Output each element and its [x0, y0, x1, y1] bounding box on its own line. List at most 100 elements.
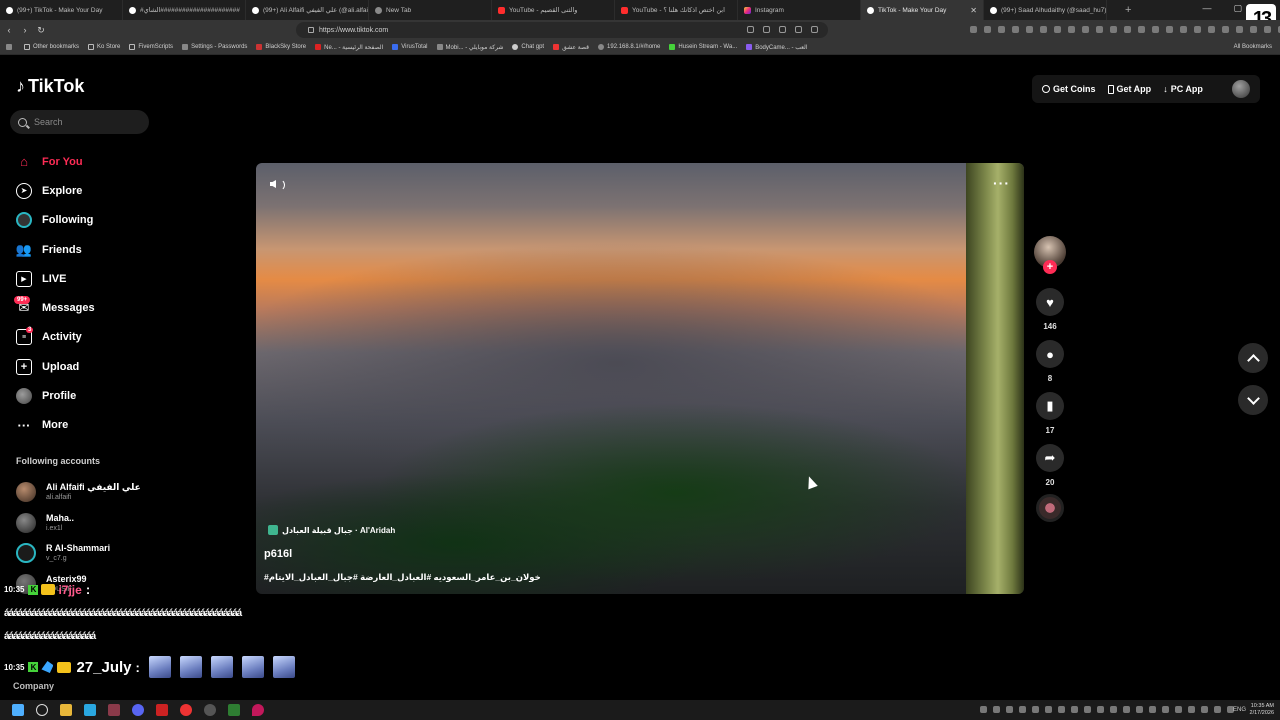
- tray-icon[interactable]: [1006, 706, 1013, 713]
- video-player[interactable]: ··· جبال قبيلة العبادل · Al'Aridah p616l…: [256, 163, 1024, 594]
- bookmark-item[interactable]: BlackSky Store: [256, 44, 306, 50]
- extension-icon[interactable]: [1124, 26, 1131, 33]
- extension-icon[interactable]: [1208, 26, 1215, 33]
- extension-icon[interactable]: [1110, 26, 1117, 33]
- sidebar-item-activity[interactable]: ≡ 3 Activity: [16, 323, 95, 352]
- save-button[interactable]: ▮: [1036, 392, 1064, 420]
- extension-icon[interactable]: [998, 26, 1005, 33]
- share-icon[interactable]: [795, 26, 802, 33]
- maximize-icon[interactable]: ▢: [1233, 3, 1242, 14]
- extension-icon[interactable]: [970, 26, 977, 33]
- extension-icon[interactable]: [1096, 26, 1103, 33]
- windows-start-icon[interactable]: [12, 704, 24, 716]
- tray-icon[interactable]: [1136, 706, 1143, 713]
- forward-icon[interactable]: ›: [18, 25, 32, 35]
- sidebar-item-upload[interactable]: + Upload: [16, 352, 95, 381]
- bookmark-item[interactable]: Ne... - الصفحة الرئيسية: [315, 44, 383, 51]
- following-account-item[interactable]: R Al-Shammari v_c7.g: [16, 538, 141, 569]
- bookmark-item[interactable]: Ko Store: [88, 44, 120, 50]
- minimize-icon[interactable]: —: [1202, 3, 1211, 14]
- file-explorer-icon[interactable]: [60, 704, 72, 716]
- extension-icon[interactable]: [1012, 26, 1019, 33]
- extension-icon[interactable]: [1082, 26, 1089, 33]
- extension-icon[interactable]: [1026, 26, 1033, 33]
- all-bookmarks-button[interactable]: All Bookmarks: [1234, 44, 1272, 50]
- bookmark-item[interactable]: Chat gpt: [512, 44, 544, 50]
- company-link[interactable]: Company: [13, 681, 54, 691]
- share-button[interactable]: ➦: [1036, 444, 1064, 472]
- search-input[interactable]: Search: [10, 110, 149, 134]
- video-username[interactable]: p616l: [264, 548, 292, 560]
- bookmark-item[interactable]: 192.168.8.1/#/home: [598, 44, 660, 50]
- app-icon[interactable]: [108, 704, 120, 716]
- app-icon[interactable]: [228, 704, 240, 716]
- video-caption[interactable]: #خولان_بن_عامر_السعوديه #العبادل_العارضة…: [264, 572, 541, 583]
- close-tab-icon[interactable]: ✕: [970, 6, 977, 15]
- tray-icon[interactable]: [1097, 706, 1104, 713]
- extension-icon[interactable]: [984, 26, 991, 33]
- tray-icon[interactable]: [1019, 706, 1026, 713]
- tray-icon[interactable]: [1188, 706, 1195, 713]
- apps-grid-icon[interactable]: [6, 44, 15, 50]
- bookmark-item[interactable]: Settings - Passwords: [182, 44, 247, 50]
- input-language[interactable]: ENG: [1233, 707, 1246, 713]
- system-clock[interactable]: 10:35 AM 2/17/2026: [1250, 703, 1274, 717]
- bookmark-star-icon[interactable]: [811, 26, 818, 33]
- sidebar-item-profile[interactable]: Profile: [16, 381, 95, 410]
- browser-tab[interactable]: (99+) Ali Alfaifi علي الفيفي (@ali.alfai: [246, 0, 369, 20]
- map-pin-icon[interactable]: [252, 704, 264, 716]
- avatar[interactable]: [1232, 80, 1250, 98]
- browser-tab[interactable]: New Tab: [369, 0, 492, 20]
- extension-icon[interactable]: [1166, 26, 1173, 33]
- extension-icon[interactable]: [1264, 26, 1271, 33]
- bookmark-item[interactable]: VirusTotal: [392, 44, 428, 50]
- sidebar-item-following[interactable]: Following: [16, 206, 95, 235]
- tray-icon[interactable]: [993, 706, 1000, 713]
- previous-video-button[interactable]: [1238, 343, 1268, 373]
- back-icon[interactable]: ‹: [2, 25, 16, 35]
- cast-icon[interactable]: [779, 26, 786, 33]
- comment-button[interactable]: ●: [1036, 340, 1064, 368]
- sidebar-item-explore[interactable]: ➤ Explore: [16, 176, 95, 205]
- bookmark-item[interactable]: BodyCame... - العب: [746, 44, 808, 51]
- sidebar-item-for-you[interactable]: ⌂ For You: [16, 147, 95, 176]
- bookmark-item[interactable]: قصة عشق: [553, 44, 589, 51]
- sidebar-item-friends[interactable]: 👥 Friends: [16, 235, 95, 264]
- extension-icon[interactable]: [1194, 26, 1201, 33]
- tray-icon[interactable]: [1058, 706, 1065, 713]
- bookmark-item[interactable]: Husein Stream - Wa...: [669, 44, 737, 50]
- browser-tab[interactable]: Instagram: [738, 0, 861, 20]
- more-options-icon[interactable]: ···: [993, 175, 1010, 191]
- follow-plus-icon[interactable]: +: [1043, 260, 1057, 274]
- tiktok-logo[interactable]: ♪ TikTok: [16, 76, 84, 97]
- bookmark-item[interactable]: Mobi... - شركة موبايلي: [436, 44, 503, 51]
- browser-tab[interactable]: (99+) Saad Alhudaithy (@saad_hu7): [984, 0, 1107, 20]
- sound-disc-icon[interactable]: [1036, 494, 1064, 522]
- obs-icon[interactable]: [204, 704, 216, 716]
- sidebar-item-more[interactable]: ··· More: [16, 411, 95, 440]
- chrome-icon[interactable]: [180, 704, 192, 716]
- browser-tab[interactable]: (99+) TikTok - Make Your Day: [0, 0, 123, 20]
- extension-icon[interactable]: [1138, 26, 1145, 33]
- tray-icon[interactable]: [1149, 706, 1156, 713]
- tray-icon[interactable]: [1084, 706, 1091, 713]
- volume-icon[interactable]: [270, 177, 286, 191]
- tray-icon[interactable]: [1214, 706, 1221, 713]
- sidebar-item-messages[interactable]: ✉ 99+ Messages: [14, 293, 95, 322]
- browser-tab[interactable]: YouTube - ابن اختص اذكانك هلنا ؟: [615, 0, 738, 20]
- reload-icon[interactable]: ↻: [34, 25, 48, 36]
- bookmark-item[interactable]: Other bookmarks: [24, 44, 79, 50]
- bookmark-item[interactable]: FivemScripts: [129, 44, 173, 50]
- tray-icon[interactable]: [1032, 706, 1039, 713]
- app-icon[interactable]: [156, 704, 168, 716]
- following-account-item[interactable]: Maha.. i.ex1l: [16, 508, 141, 539]
- extension-icon[interactable]: [1236, 26, 1243, 33]
- extension-icon[interactable]: [1250, 26, 1257, 33]
- get-app-button[interactable]: Get App: [1107, 84, 1151, 94]
- browser-tab[interactable]: YouTube - والثنى القصيم: [492, 0, 615, 20]
- tray-icon[interactable]: [1045, 706, 1052, 713]
- browser-tab[interactable]: #الشاي######################: [123, 0, 246, 20]
- telegram-icon[interactable]: [84, 704, 96, 716]
- location-tag[interactable]: جبال قبيلة العبادل · Al'Aridah: [268, 525, 395, 535]
- extension-icon[interactable]: [1040, 26, 1047, 33]
